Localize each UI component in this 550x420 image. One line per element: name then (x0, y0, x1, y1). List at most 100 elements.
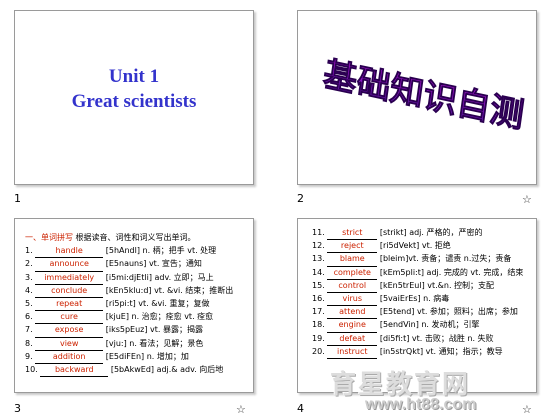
phonetic-and-definition: [i5mi:djEtli] adv. 立即；马上 (105, 272, 214, 282)
phonetic-and-definition: [kEn5trEul] vt.&n. 控制；支配 (379, 280, 495, 290)
answer-word: announce (35, 257, 104, 272)
phonetic-and-definition: [in5strQkt] vt. 通知；指示；教导 (379, 346, 503, 356)
phonetic-and-definition: [5bAkwEd] adj.& adv. 向后地 (110, 364, 224, 374)
s3-word-item: 10. backward [5bAkwEd] adj.& adv. 向后地 (25, 363, 233, 378)
answer-word: attend (327, 305, 378, 320)
slide-2-thumbnail[interactable]: 基础知识自测 (297, 10, 537, 185)
s3-word-item: 5. repeat [ri5pi:t] vt. &vi. 重复；复做 (25, 297, 233, 312)
s4-word-item: 12. reject [ri5dVekt] vt. 拒绝 (312, 239, 523, 254)
item-number: 16. (312, 293, 325, 303)
s4-word-item: 14. complete [kEm5pli:t] adj. 完成的 vt. 完成… (312, 266, 524, 280)
answer-word: handle (35, 244, 104, 259)
item-number: 18. (312, 320, 325, 330)
slide-1-thumbnail[interactable]: Unit 1 Great scientists (14, 10, 254, 185)
slide-3-thumbnail[interactable]: 一、单词拼写 根据读音、词性和词义写出单词。 1. handle [5hAndl… (14, 218, 254, 393)
s3-word-item: 8. view [vju:] n. 看法；见解；景色 (25, 337, 233, 351)
item-number: 13. (312, 254, 325, 264)
phonetic-and-definition: [kEm5pli:t] adj. 完成的 vt. 完成，结束 (379, 267, 524, 277)
s4-word-item: 17. attend [E5tend] vt. 参加；照料；出席；参加 (312, 305, 523, 320)
slide-1-number: 1 (14, 192, 21, 205)
item-number: 19. (312, 333, 325, 343)
phonetic-and-definition: [E5diFEn] n. 增加；加 (105, 351, 189, 361)
item-number: 5. (25, 298, 33, 308)
slide-2-wordart-title: 基础知识自测 (320, 54, 527, 137)
s3-word-item: 6. cure [kjuE] n. 治愈；痊愈 vt. 痊愈 (25, 310, 233, 325)
item-number: 12. (312, 241, 325, 251)
phonetic-and-definition: [5vaiErEs] n. 病毒 (379, 293, 450, 303)
item-number: 10. (25, 364, 38, 374)
slide-4-transition-star-icon: ☆ (522, 404, 532, 416)
item-number: 2. (25, 259, 33, 269)
item-number: 1. (25, 246, 33, 256)
phonetic-and-definition: [vju:] n. 看法；见解；景色 (105, 338, 204, 348)
s3-word-item: 4. conclude [kEn5klu:d] vt. &vi. 结束；推断出 (25, 284, 234, 298)
item-number: 20. (312, 346, 325, 356)
phonetic-and-definition: [strikt] adj. 严格的，严密的 (379, 228, 483, 237)
answer-word: repeat (35, 297, 104, 312)
answer-word: addition (35, 350, 104, 364)
answer-word: instruct (327, 345, 378, 359)
slide-1-title-line2: Great scientists (71, 91, 197, 112)
item-number: 3. (25, 272, 33, 282)
item-number: 6. (25, 312, 33, 322)
slide-3-number: 3 (14, 402, 21, 415)
item-number: 8. (25, 338, 33, 348)
s4-word-item: 19. defeat [di5fi:t] vt. 击败；战胜 n. 失败 (312, 332, 523, 346)
s3-word-item: 2. announce [E5nauns] vt. 宣告；通知 (25, 257, 233, 272)
s4-word-item: 16. virus [5vaiErEs] n. 病毒 (312, 292, 523, 307)
slide-2-transition-star-icon: ☆ (522, 194, 532, 206)
slide-4-word-list: 11. strict [strikt] adj. 严格的，严密的 12. reje… (312, 226, 524, 359)
answer-word: cure (35, 310, 104, 325)
s4-word-item: 11. strict [strikt] adj. 严格的，严密的 (312, 226, 523, 241)
slide-3-heading-instruction: 根据读音、词性和词义写出单词。 (73, 233, 196, 242)
answer-word: engine (327, 318, 378, 333)
phonetic-and-definition: [E5tend] vt. 参加；照料；出席；参加 (379, 307, 518, 317)
slide-1-title-line1: Unit 1 (108, 66, 160, 87)
phonetic-and-definition: [5hAndl] n. 柄；把手 vt. 处理 (105, 246, 217, 256)
item-number: 7. (25, 325, 33, 335)
item-number: 15. (312, 280, 325, 290)
item-number: 11. (312, 228, 325, 237)
answer-word: blame (327, 252, 378, 267)
item-number: 14. (312, 267, 325, 277)
phonetic-and-definition: [E5nauns] vt. 宣告；通知 (105, 259, 202, 269)
phonetic-and-definition: [kjuE] n. 治愈；痊愈 vt. 痊愈 (105, 312, 214, 322)
slide-3-word-list: 一、单词拼写 根据读音、词性和词义写出单词。 1. handle [5hAndl… (25, 231, 234, 378)
answer-word: conclude (35, 284, 104, 298)
answer-word: control (327, 279, 378, 293)
phonetic-and-definition: [ri5pi:t] vt. &vi. 重复；复做 (105, 298, 210, 308)
answer-word: expose (35, 323, 104, 338)
s4-word-item: 15. control [kEn5trEul] vt.&n. 控制；支配 (312, 279, 523, 293)
s4-word-item: 20. instruct [in5strQkt] vt. 通知；指示；教导 (312, 345, 523, 359)
slide-3-heading-label: 一、单词拼写 (25, 233, 73, 242)
phonetic-and-definition: [bleim]vt. 责备；谴责 n.过失；责备 (379, 254, 512, 264)
phonetic-and-definition: [ri5dVekt] vt. 拒绝 (379, 241, 451, 251)
s4-word-item: 13. blame [bleim]vt. 责备；谴责 n.过失；责备 (312, 252, 523, 267)
answer-word: backward (40, 363, 109, 378)
answer-word: reject (327, 239, 378, 254)
s3-word-item: 7. expose [iks5pEuz] vt. 暴露；揭露 (25, 323, 233, 338)
slide-4-number: 4 (297, 402, 304, 415)
answer-word: view (35, 337, 104, 351)
item-number: 17. (312, 307, 325, 317)
answer-word: complete (327, 266, 378, 280)
answer-word: immediately (35, 271, 104, 285)
svg-text:基础知识自测: 基础知识自测 (321, 54, 527, 136)
slide-2-number: 2 (297, 192, 304, 205)
answer-word: defeat (327, 332, 378, 346)
slide-3-heading: 一、单词拼写 根据读音、词性和词义写出单词。 (25, 231, 233, 244)
phonetic-and-definition: [5endVin] n. 发动机；引擎 (379, 320, 480, 330)
s3-word-item: 9. addition [E5diFEn] n. 增加；加 (25, 350, 233, 364)
s3-word-item: 3. immediately [i5mi:djEtli] adv. 立即；马上 (25, 271, 233, 285)
item-number: 4. (25, 285, 33, 295)
s3-word-item: 1. handle [5hAndl] n. 柄；把手 vt. 处理 (25, 244, 233, 259)
answer-word: strict (327, 226, 378, 241)
phonetic-and-definition: [kEn5klu:d] vt. &vi. 结束；推断出 (105, 285, 234, 295)
answer-word: virus (327, 292, 378, 307)
watermark-url: www.ht88.com (365, 396, 477, 413)
item-number: 9. (25, 351, 33, 361)
s4-word-item: 18. engine [5endVin] n. 发动机；引擎 (312, 318, 523, 333)
phonetic-and-definition: [di5fi:t] vt. 击败；战胜 n. 失败 (379, 333, 494, 343)
slide-3-transition-star-icon: ☆ (236, 404, 246, 416)
phonetic-and-definition: [iks5pEuz] vt. 暴露；揭露 (105, 325, 203, 335)
